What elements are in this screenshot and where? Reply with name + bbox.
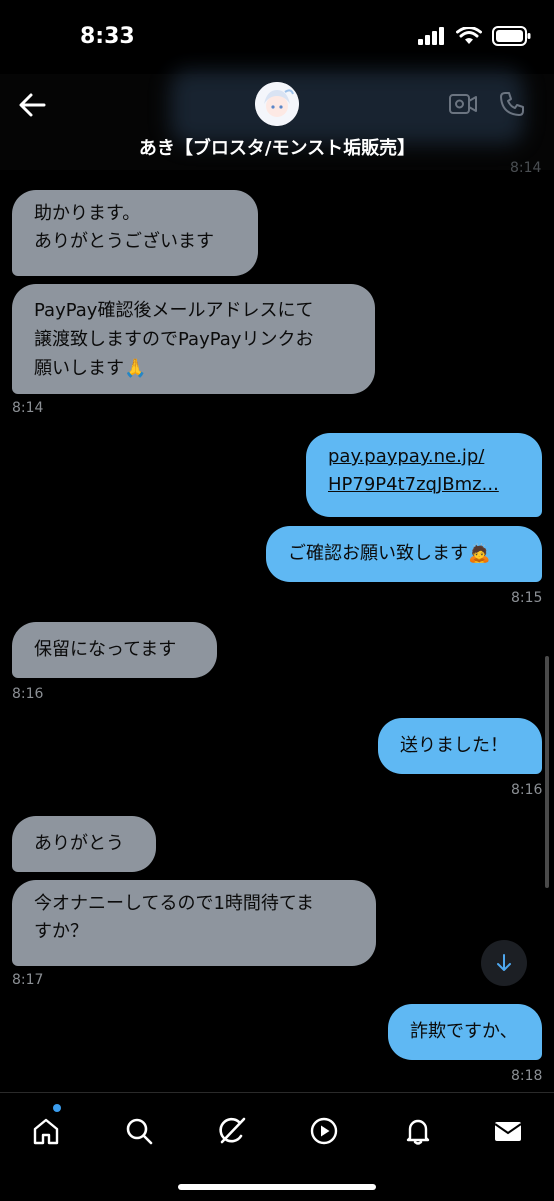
message-timestamp: 8:17 <box>12 972 44 988</box>
home-icon <box>33 1118 59 1145</box>
tab-home[interactable] <box>28 1113 64 1149</box>
status-bar: 8:33 <box>0 0 554 74</box>
phone-call-button[interactable] <box>498 90 526 122</box>
phone-icon <box>500 92 524 116</box>
message-received[interactable]: 助かります。 ありがとうございます <box>12 190 258 276</box>
message-received[interactable]: PayPay確認後メールアドレスにて 譲渡致しますのでPayPayリンクお 願い… <box>12 284 375 394</box>
back-arrow-icon <box>19 93 46 117</box>
home-indicator <box>178 1184 376 1190</box>
back-button[interactable] <box>18 92 50 120</box>
status-icons <box>418 26 532 46</box>
message-timestamp: 8:14 <box>12 400 44 416</box>
avatar-image <box>255 82 299 126</box>
message-timestamp: 8:16 <box>511 782 543 798</box>
timestamp-partial: 8:14 <box>510 160 542 176</box>
mail-icon <box>494 1122 522 1141</box>
tab-messages[interactable] <box>490 1113 526 1149</box>
video-call-button[interactable] <box>448 92 478 120</box>
paypay-link[interactable]: pay.paypay.ne.jp/ <box>328 443 520 471</box>
signal-icon <box>418 27 444 45</box>
tab-search[interactable] <box>121 1113 157 1149</box>
status-time: 8:33 <box>80 24 135 49</box>
home-notification-dot <box>53 1104 61 1112</box>
battery-icon <box>492 26 531 46</box>
bell-icon <box>406 1119 430 1145</box>
wifi-icon <box>456 27 482 44</box>
message-sent-link[interactable]: pay.paypay.ne.jp/ HP79P4t7zqJBmz... <box>306 433 542 517</box>
tab-notifications[interactable] <box>400 1113 436 1149</box>
message-sent[interactable]: 送りました！ <box>378 718 542 774</box>
arrow-down-icon <box>497 954 511 971</box>
message-received[interactable]: ありがとう <box>12 816 156 872</box>
video-camera-icon <box>449 94 477 114</box>
avatar[interactable] <box>255 82 299 126</box>
chat-area: 8:14 助かります。 ありがとうございます PayPay確認後メールアドレスに… <box>0 160 554 1092</box>
message-timestamp: 8:16 <box>12 686 44 702</box>
message-timestamp: 8:18 <box>511 1068 543 1084</box>
scroll-to-bottom-button[interactable] <box>481 940 527 986</box>
play-icon <box>310 1117 338 1145</box>
search-icon <box>126 1118 153 1145</box>
message-sent[interactable]: ご確認お願い致します🙇 <box>266 526 542 582</box>
tab-video[interactable] <box>306 1113 342 1149</box>
tab-grok[interactable] <box>214 1113 250 1149</box>
message-sent[interactable]: 詐欺ですか、 <box>388 1004 542 1060</box>
scrollbar[interactable] <box>545 656 549 888</box>
message-timestamp: 8:15 <box>511 590 543 606</box>
grok-icon <box>219 1117 246 1144</box>
paypay-link-continued[interactable]: HP79P4t7zqJBmz... <box>328 471 520 499</box>
message-received[interactable]: 保留になってます <box>12 622 217 678</box>
message-received[interactable]: 今オナニーしてるので1時間待てま すか？ <box>12 880 376 966</box>
contact-name[interactable]: あき【ブロスタ/モンスト垢販売】 <box>0 134 554 160</box>
